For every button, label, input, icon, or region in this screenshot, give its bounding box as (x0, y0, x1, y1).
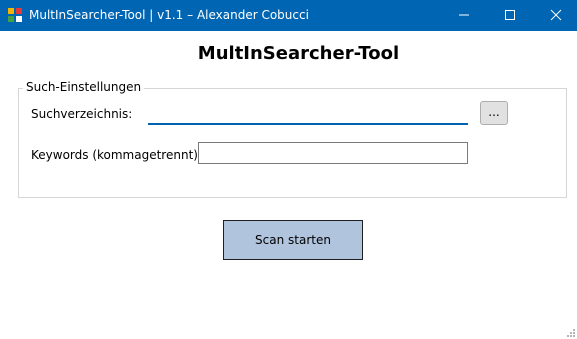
title-bar[interactable]: MultInSearcher-Tool | v1.1 – Alexander C… (0, 0, 577, 31)
scan-start-button[interactable]: Scan starten (223, 220, 363, 260)
browse-button[interactable]: ... (480, 101, 508, 125)
directory-input[interactable] (148, 102, 468, 125)
resize-grip-icon[interactable] (567, 329, 575, 337)
maximize-icon (505, 10, 515, 20)
app-icon[interactable] (7, 7, 23, 23)
maximize-button[interactable] (487, 0, 533, 31)
minimize-button[interactable] (441, 0, 487, 31)
window-title: MultInSearcher-Tool | v1.1 – Alexander C… (29, 8, 309, 22)
keywords-input[interactable] (198, 142, 468, 164)
directory-label: Suchverzeichnis: (31, 107, 133, 121)
close-button[interactable] (533, 0, 577, 31)
minimize-icon (459, 14, 469, 16)
page-title: MultInSearcher-Tool (197, 43, 400, 64)
group-title: Such-Einstellungen (23, 80, 145, 95)
close-icon (550, 9, 562, 21)
keywords-label: Keywords (kommagetrennt): (31, 148, 202, 162)
